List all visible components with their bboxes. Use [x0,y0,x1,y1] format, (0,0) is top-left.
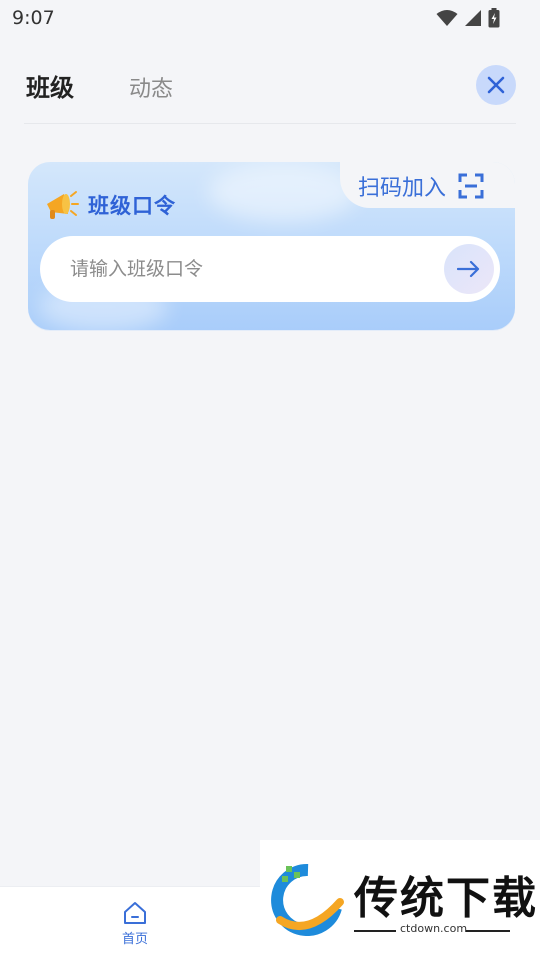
watermark-brand: 传统下载 [354,873,538,924]
close-icon [487,76,505,94]
battery-icon [488,8,500,28]
watermark-url: ctdown.com [400,922,468,935]
home-icon [124,902,146,924]
watermark-line-left [354,930,396,932]
header-divider [24,123,516,124]
card-title-row: 班级口令 [42,186,176,224]
scan-join-label: 扫码加入 [358,176,447,201]
cloud-decoration [208,162,358,222]
nav-home-label: 首页 [121,932,148,947]
cellular-signal-icon [465,10,481,26]
scan-join-button[interactable]: 扫码加入 [358,168,484,204]
card-title: 班级口令 [88,194,176,218]
watermark-line-right [466,930,510,932]
join-class-card: 扫码加入 班级口令 [28,162,515,330]
tab-feed[interactable]: 动态 [129,71,173,103]
scan-icon [458,173,484,199]
status-icons [436,8,500,28]
nav-item-home[interactable]: 首页 [110,901,160,947]
class-code-input[interactable] [70,252,430,286]
watermark-logo-icon [271,863,344,936]
close-button[interactable] [476,65,516,105]
watermark: 传统下载 ctdown.com [260,840,540,960]
megaphone-icon [47,191,79,219]
header: 班级 动态 [0,56,540,124]
tab-class[interactable]: 班级 [26,68,74,103]
status-bar: 9:07 [0,0,540,36]
arrow-right-icon [457,260,480,278]
class-code-input-wrapper [40,236,500,302]
wifi-icon [436,10,458,26]
submit-code-button[interactable] [444,244,494,294]
status-time: 9:07 [12,7,55,29]
